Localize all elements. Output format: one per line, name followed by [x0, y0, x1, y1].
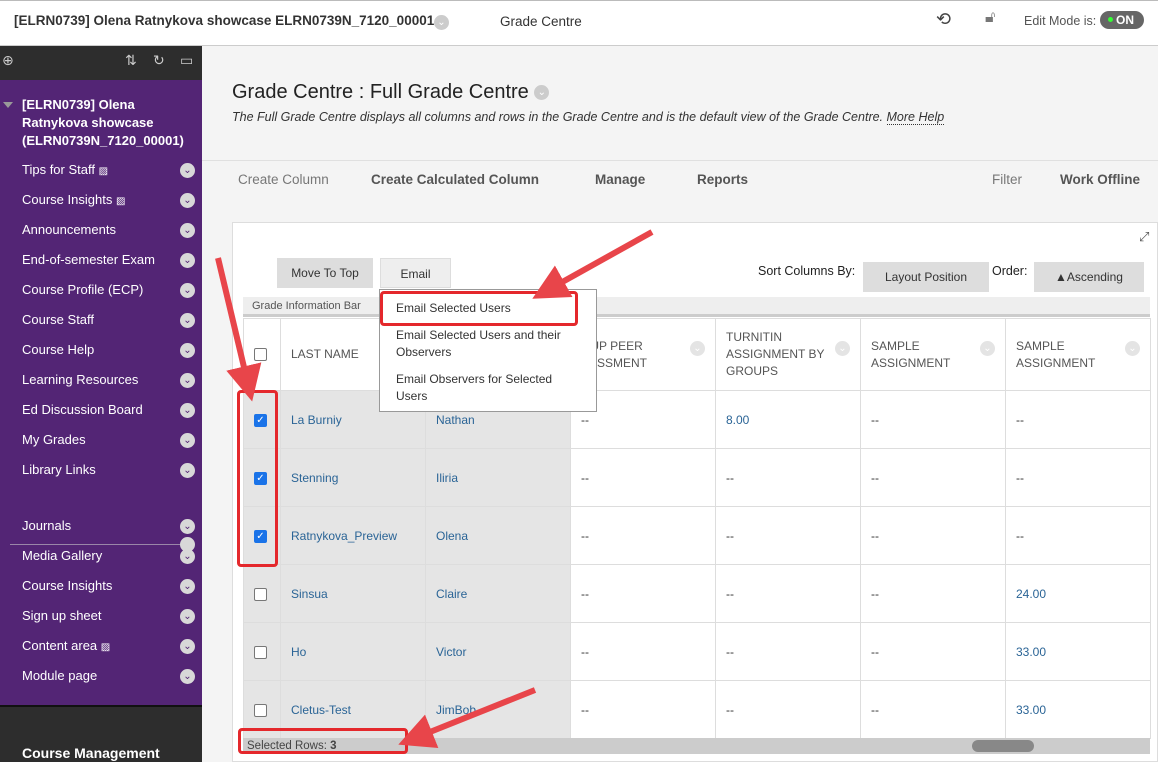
annotation-arrows: [215, 229, 654, 749]
